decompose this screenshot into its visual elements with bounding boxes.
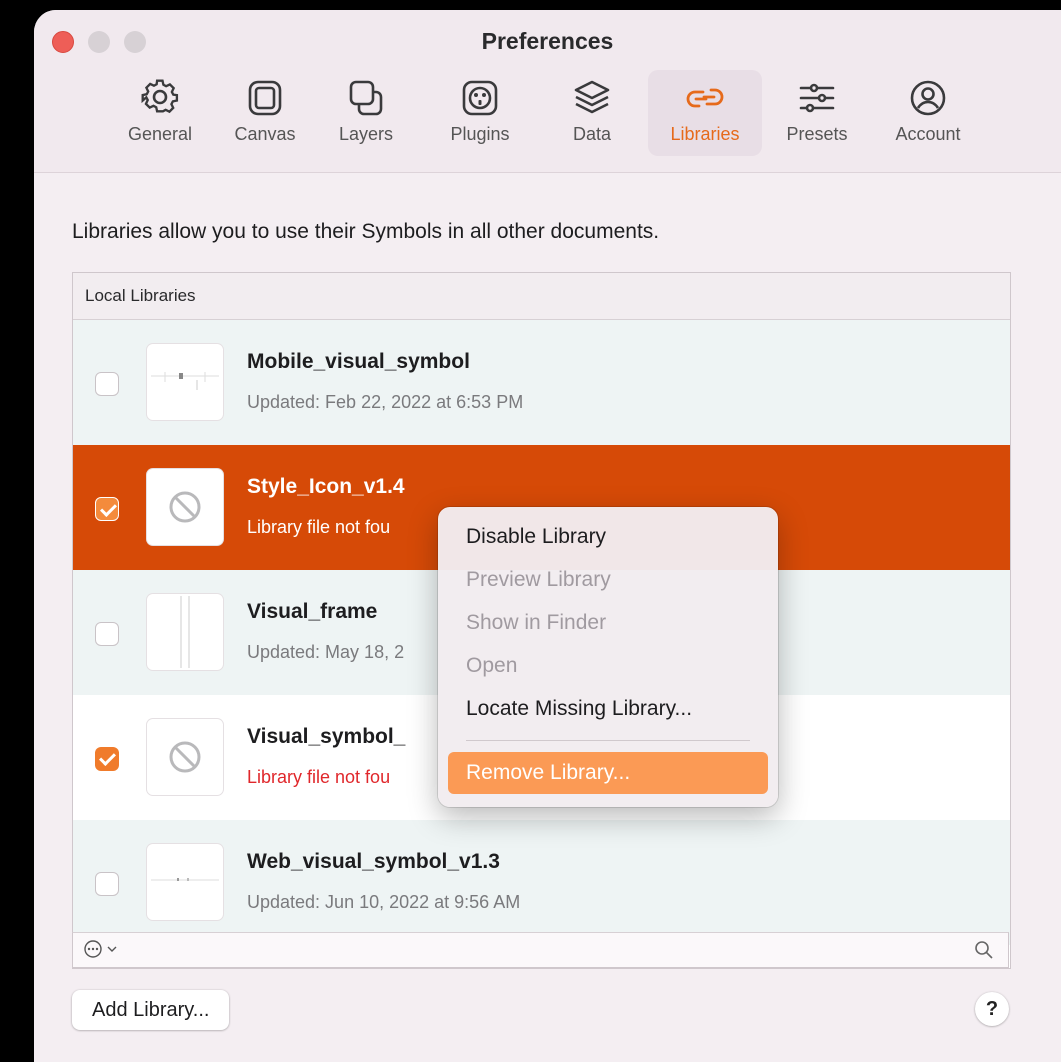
tab-general-label: General [127, 124, 193, 144]
context-menu: Disable Library Preview Library Show in … [438, 507, 778, 807]
data-stack-icon [574, 80, 610, 114]
list-header: Local Libraries [73, 273, 1010, 320]
layers-icon [349, 80, 383, 116]
tab-presets[interactable]: Presets [772, 70, 862, 156]
tab-plugins-label: Plugins [450, 124, 510, 144]
tab-layers[interactable]: Layers [324, 70, 408, 156]
search-icon[interactable] [974, 940, 994, 960]
library-name: Visual_symbol_ [247, 725, 406, 748]
add-library-button[interactable]: Add Library... [72, 990, 230, 1030]
tab-account-label: Account [895, 124, 961, 144]
library-status: Updated: Jun 10, 2022 at 9:56 AM [247, 892, 521, 912]
tab-canvas-label: Canvas [234, 124, 296, 144]
tab-data-label: Data [572, 124, 612, 144]
library-row[interactable]: Mobile_visual_symbol Updated: Feb 22, 20… [73, 320, 1010, 445]
title-bar: Preferences General Canvas Layers Plugin… [34, 10, 1061, 173]
library-name: Visual_frame [247, 600, 378, 623]
plugin-icon [462, 80, 498, 116]
account-icon [910, 80, 946, 116]
list-bottom-bar [72, 932, 1009, 968]
tab-canvas[interactable]: Canvas [224, 70, 306, 156]
menu-item-preview-library: Preview Library [466, 568, 611, 591]
sliders-icon [799, 83, 835, 113]
library-enable-checkbox[interactable] [95, 872, 119, 896]
library-thumbnail [147, 594, 223, 670]
menu-separator [466, 740, 750, 741]
tab-presets-label: Presets [786, 124, 848, 144]
chevron-down-icon [107, 946, 117, 952]
tab-layers-label: Layers [338, 124, 394, 144]
preferences-window: Preferences General Canvas Layers Plugin… [34, 10, 1061, 1062]
gear-icon [141, 79, 179, 114]
menu-item-open: Open [466, 654, 518, 677]
library-thumbnail [147, 719, 223, 795]
menu-item-locate-missing-library[interactable]: Locate Missing Library... [448, 688, 768, 730]
library-row[interactable]: Web_visual_symbol_v1.3 Updated: Jun 10, … [73, 820, 1010, 945]
prohibited-icon [169, 491, 201, 523]
window-title: Preferences [481, 28, 614, 54]
prohibited-icon [169, 741, 201, 773]
list-options-menu[interactable] [83, 939, 118, 959]
tab-general[interactable]: General [114, 70, 206, 156]
library-enable-checkbox[interactable] [95, 747, 119, 771]
library-thumbnail [147, 844, 223, 920]
tab-data[interactable]: Data [554, 70, 630, 156]
library-enable-checkbox[interactable] [95, 497, 119, 521]
library-thumbnail [147, 344, 223, 420]
library-status: Library file not fou [247, 517, 391, 537]
help-button[interactable]: ? [975, 992, 1009, 1026]
library-status: Updated: Feb 22, 2022 at 6:53 PM [247, 392, 524, 412]
link-icon [686, 88, 724, 108]
tab-libraries[interactable]: Libraries [648, 70, 762, 156]
library-enable-checkbox[interactable] [95, 622, 119, 646]
library-name: Style_Icon_v1.4 [247, 475, 405, 498]
library-enable-checkbox[interactable] [95, 372, 119, 396]
canvas-icon [248, 80, 282, 116]
tab-account[interactable]: Account [880, 70, 976, 156]
menu-item-remove-library[interactable]: Remove Library... [448, 752, 768, 794]
library-name: Mobile_visual_symbol [247, 350, 470, 373]
ellipsis-circle-icon [84, 940, 102, 958]
library-status: Updated: May 18, 2 [247, 642, 405, 662]
menu-item-disable-library[interactable]: Disable Library [448, 516, 768, 558]
libraries-description: Libraries allow you to use their Symbols… [72, 220, 660, 243]
tab-libraries-label: Libraries [670, 124, 740, 144]
library-status-error: Library file not fou [247, 767, 391, 787]
library-name: Web_visual_symbol_v1.3 [247, 850, 500, 873]
tab-plugins[interactable]: Plugins [430, 70, 530, 156]
menu-item-show-in-finder: Show in Finder [466, 611, 607, 634]
library-thumbnail [147, 469, 223, 545]
